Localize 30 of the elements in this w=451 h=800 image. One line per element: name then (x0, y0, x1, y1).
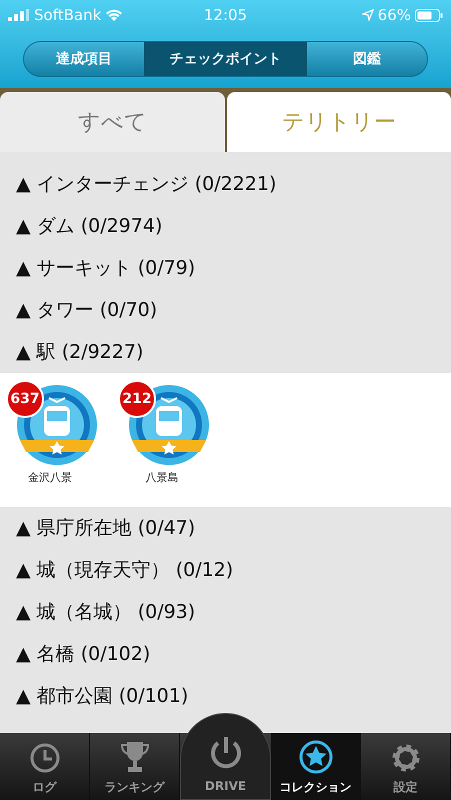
tab-bar-item[interactable]: ランキング (90, 733, 180, 800)
wifi-icon (105, 8, 124, 22)
station-name: 八景島 (146, 470, 178, 486)
category-row[interactable]: ▲ ダム (0/2974) (0, 205, 451, 247)
category-row[interactable]: ▲ 県庁所在地 (0/47) (0, 507, 451, 549)
clock-icon (28, 742, 60, 774)
signal-icon (8, 9, 30, 21)
category-row[interactable]: ▲ サーキット (0/79) (0, 247, 451, 289)
count-badge: 637 (6, 380, 44, 418)
battery-percent: 66% (378, 4, 411, 26)
segment-tab[interactable]: チェックポイント (144, 42, 307, 76)
count-badge: 212 (118, 380, 156, 418)
clock-time: 12:05 (202, 4, 248, 26)
tab-bar-item[interactable]: DRIVE (180, 713, 271, 800)
category-row[interactable]: ▲ タワー (0/70) (0, 289, 451, 331)
category-row[interactable]: ▲ 駅 (2/9227) (0, 331, 451, 373)
carrier-name: SoftBank (34, 4, 102, 26)
tab-bar-item[interactable]: 設定 (361, 733, 451, 800)
tab-bar-item[interactable]: ログ (0, 733, 90, 800)
trophy-icon (118, 740, 150, 774)
category-row[interactable]: ▲ インターチェンジ (0/2221) (0, 163, 451, 205)
category-row[interactable]: ▲ 名橋 (0/102) (0, 633, 451, 675)
gear-icon (390, 742, 422, 774)
battery-icon (415, 8, 443, 22)
station-name: 金沢八景 (28, 470, 72, 486)
category-tab[interactable]: すべて (0, 92, 224, 152)
category-row[interactable]: ▲ 城（名城） (0/93) (0, 591, 451, 633)
tab-bar-item[interactable]: コレクション (271, 733, 361, 800)
location-arrow-icon (362, 9, 374, 21)
category-row[interactable]: ▲ 城（現存天守） (0/12) (0, 549, 451, 591)
